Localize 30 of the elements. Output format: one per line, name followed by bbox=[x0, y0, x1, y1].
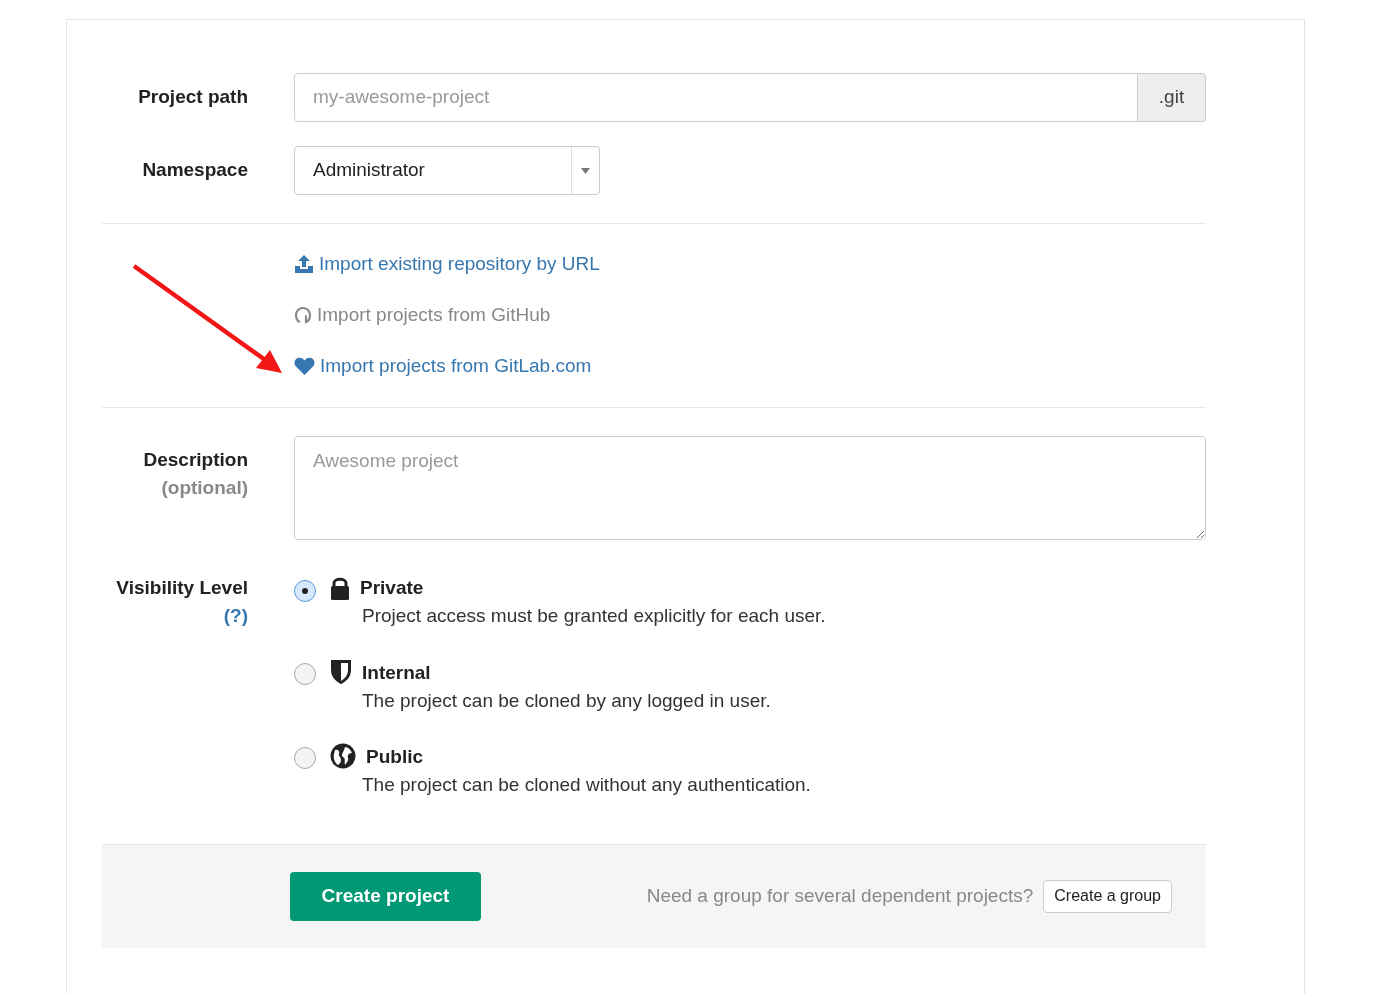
field-label: Namespace bbox=[141, 158, 248, 183]
create-project-button[interactable]: Create project bbox=[290, 871, 481, 921]
option-title: Public bbox=[366, 745, 423, 769]
create-group-button[interactable]: Create a group bbox=[1043, 879, 1172, 913]
upload-icon bbox=[294, 254, 314, 273]
radio-button[interactable] bbox=[294, 747, 316, 769]
help-link[interactable]: (?) bbox=[223, 602, 248, 630]
group-hint: Need a group for several dependent projects? bbox=[646, 883, 1034, 908]
shield-icon bbox=[330, 658, 352, 685]
option-description: Project access must be granted explicitly for each user. bbox=[362, 604, 826, 628]
optional-hint: (optional) bbox=[161, 476, 248, 500]
import-link[interactable]: Import existing repository by URL bbox=[294, 250, 600, 277]
option-description: The project can be cloned without any authentication. bbox=[362, 773, 811, 797]
globe-icon bbox=[330, 743, 356, 769]
radio-button[interactable] bbox=[294, 662, 316, 685]
field-label: Description bbox=[143, 448, 248, 472]
project-path-field[interactable]: my-awesome-project bbox=[294, 73, 1138, 122]
git-suffix: .git bbox=[1138, 73, 1206, 122]
namespace-select[interactable]: Administrator bbox=[294, 146, 600, 195]
field-label: Visibility Level bbox=[116, 576, 248, 600]
radio-button[interactable] bbox=[294, 580, 316, 602]
lock-icon bbox=[330, 576, 350, 600]
heart-icon bbox=[294, 356, 315, 375]
option-title: Private bbox=[360, 576, 424, 600]
field-label: Project path bbox=[137, 85, 248, 110]
description-field[interactable]: Awesome project bbox=[294, 436, 1206, 540]
caret-icon bbox=[581, 167, 590, 174]
option-description: The project can be cloned by any logged in user. bbox=[362, 688, 771, 713]
import-link[interactable]: Import projects from GitLab.com bbox=[294, 352, 600, 379]
option-title: Internal bbox=[362, 660, 431, 685]
